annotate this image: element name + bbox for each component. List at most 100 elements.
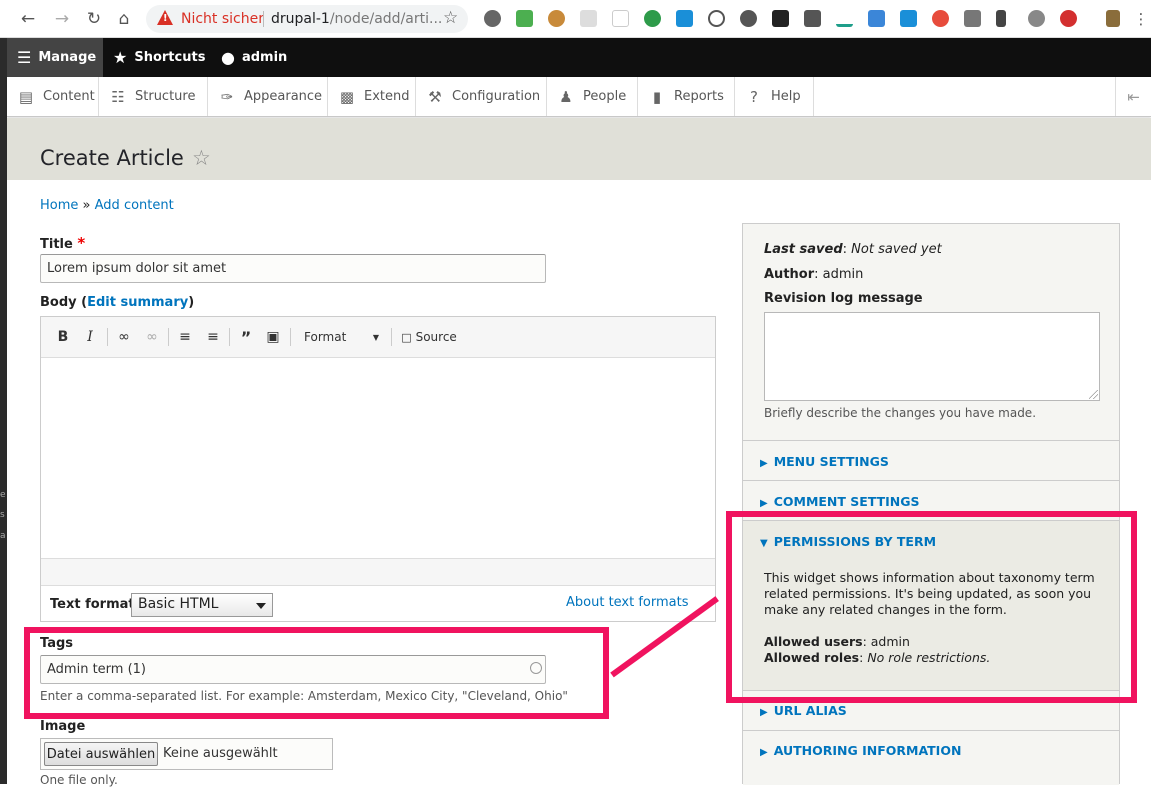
- source-button[interactable]: □ Source: [398, 327, 460, 347]
- image-icon[interactable]: ▣: [263, 327, 283, 347]
- highlight-permissions: [726, 511, 1137, 703]
- section-authoring-information[interactable]: ▶ Authoring information: [743, 730, 1119, 785]
- blockquote-icon[interactable]: ”: [236, 327, 256, 347]
- required-marker: *: [77, 234, 86, 252]
- toolbar-shortcuts[interactable]: ★ Shortcuts: [103, 38, 215, 77]
- extension-adblock-icon[interactable]: [1060, 10, 1077, 27]
- page-title: Create Article: [40, 146, 184, 170]
- section-menu-settings[interactable]: ▶ Menu settings: [743, 440, 1119, 480]
- numbered-list-icon[interactable]: ≡: [203, 327, 223, 347]
- extension-colorpicker-icon[interactable]: [932, 10, 949, 27]
- tray-item-configuration[interactable]: ⚒ Configuration: [416, 77, 547, 116]
- help-icon: ?: [750, 87, 758, 106]
- background-window-edge: esa: [0, 38, 7, 784]
- address-bar[interactable]: Nicht sicher drupal-1/node/add/arti... ☆: [146, 5, 468, 33]
- extension-recycle-icon[interactable]: [708, 10, 725, 27]
- home-icon[interactable]: ⌂: [112, 7, 136, 31]
- wrench-icon: ⚒: [428, 87, 442, 106]
- hamburger-icon: ☰: [17, 48, 32, 67]
- tray-item-extend[interactable]: ▩ Extend: [328, 77, 416, 116]
- admin-toolbar: ☰ Manage ★ Shortcuts ● admin: [7, 38, 1151, 77]
- content-icon: ▤: [18, 87, 34, 106]
- extension-blank-icon[interactable]: [612, 10, 629, 27]
- collapse-tray-icon[interactable]: ⇤: [1115, 77, 1151, 116]
- page-header: Create Article ☆: [7, 118, 1151, 180]
- tray-item-reports[interactable]: ▮ Reports: [638, 77, 735, 116]
- title-input[interactable]: Lorem ipsum dolor sit amet: [40, 254, 546, 283]
- highlight-tags: [24, 627, 609, 719]
- forward-icon[interactable]: →: [50, 7, 74, 31]
- bold-icon[interactable]: B: [53, 327, 73, 347]
- format-dropdown[interactable]: Format ▼: [297, 327, 385, 347]
- extension-hammer-icon[interactable]: [1106, 10, 1120, 27]
- source-icon: □: [401, 330, 412, 344]
- revision-log-description: Briefly describe the changes you have ma…: [764, 406, 1037, 420]
- triangle-right-icon: ▶: [760, 458, 768, 469]
- people-icon: ♟: [559, 87, 573, 106]
- image-label: Image: [40, 719, 86, 734]
- extension-d-icon[interactable]: [580, 10, 597, 27]
- tray-item-appearance[interactable]: ✑ Appearance: [208, 77, 328, 116]
- extension-sync-icon[interactable]: [644, 10, 661, 27]
- bar-chart-icon: ▮: [652, 87, 662, 106]
- editor-content-area[interactable]: [41, 358, 715, 558]
- shortcut-star-icon[interactable]: ☆: [192, 146, 211, 170]
- extension-panel-icon[interactable]: [964, 10, 981, 27]
- bulleted-list-icon[interactable]: ≡: [175, 327, 195, 347]
- extension-bar-icon[interactable]: [996, 10, 1006, 27]
- url-text[interactable]: drupal-1/node/add/arti...: [271, 11, 442, 27]
- extension-keyboard-icon[interactable]: [772, 10, 789, 27]
- body-label: Body (Edit summary): [40, 295, 195, 310]
- toolbar-user[interactable]: ● admin: [211, 38, 297, 77]
- tray-item-help[interactable]: ? Help: [735, 77, 814, 116]
- body-editor: B I ∞ ∞ ≡ ≡ ” ▣ Format ▼ □ Source Text fo…: [40, 316, 716, 622]
- italic-icon[interactable]: I: [80, 327, 100, 347]
- file-status: Keine ausgewählt: [163, 746, 278, 761]
- edit-summary-link[interactable]: Edit summary: [87, 295, 188, 310]
- unlink-icon[interactable]: ∞: [142, 327, 162, 347]
- back-icon[interactable]: ←: [16, 7, 40, 31]
- extension-cookie-icon[interactable]: [548, 10, 565, 27]
- triangle-right-icon: ▶: [760, 747, 768, 758]
- revision-log-label: Revision log message: [764, 291, 923, 306]
- chevron-down-icon: [256, 603, 266, 609]
- tray-item-content[interactable]: ▤ Content: [7, 77, 99, 116]
- text-format-wrapper: Text format Basic HTML About text format…: [41, 585, 715, 621]
- link-icon[interactable]: ∞: [114, 327, 134, 347]
- user-icon: ●: [221, 48, 235, 67]
- revision-log-textarea[interactable]: [764, 312, 1100, 401]
- resize-handle-icon[interactable]: [1089, 390, 1098, 399]
- extension-io-icon[interactable]: [804, 10, 821, 27]
- extension-ghost-icon[interactable]: [676, 10, 693, 27]
- editor-toolbar: B I ∞ ∞ ≡ ≡ ” ▣ Format ▼ □ Source: [41, 317, 715, 358]
- toolbar-manage[interactable]: ☰ Manage: [7, 38, 103, 77]
- breadcrumb-add-content[interactable]: Add content: [95, 198, 174, 213]
- extension-evernote-icon[interactable]: [516, 10, 533, 27]
- extension-gear-icon[interactable]: [484, 10, 501, 27]
- menu-icon[interactable]: ⋮: [1129, 7, 1151, 31]
- extension-c-icon[interactable]: [1028, 10, 1045, 27]
- browser-toolbar: ← → ↻ ⌂ Nicht sicher drupal-1/node/add/a…: [0, 0, 1151, 38]
- tray-item-people[interactable]: ♟ People: [547, 77, 638, 116]
- star-icon: ★: [113, 48, 128, 67]
- breadcrumb: Home » Add content: [40, 198, 174, 213]
- text-format-label: Text format: [50, 597, 135, 612]
- breadcrumb-home[interactable]: Home: [40, 198, 78, 213]
- reload-icon[interactable]: ↻: [82, 7, 106, 31]
- extension-window-icon[interactable]: [900, 10, 917, 27]
- extension-pulse-icon[interactable]: [836, 10, 853, 27]
- extension-fi-icon[interactable]: [868, 10, 885, 27]
- bookmark-star-icon[interactable]: ☆: [443, 8, 458, 28]
- about-text-formats-link[interactable]: About text formats: [566, 595, 689, 610]
- chevron-down-icon: ▼: [372, 332, 379, 342]
- extension-arrow-icon[interactable]: [740, 10, 757, 27]
- puzzle-icon: ▩: [339, 87, 355, 106]
- warning-icon: [157, 10, 173, 25]
- choose-file-button[interactable]: Datei auswählen: [44, 742, 158, 766]
- file-hint: One file only.: [40, 773, 118, 787]
- structure-icon: ☷: [111, 87, 125, 106]
- editor-path-bar: [41, 558, 715, 585]
- tray-item-structure[interactable]: ☷ Structure: [99, 77, 208, 116]
- text-format-select[interactable]: Basic HTML: [131, 593, 273, 617]
- title-label: Title *: [40, 234, 86, 252]
